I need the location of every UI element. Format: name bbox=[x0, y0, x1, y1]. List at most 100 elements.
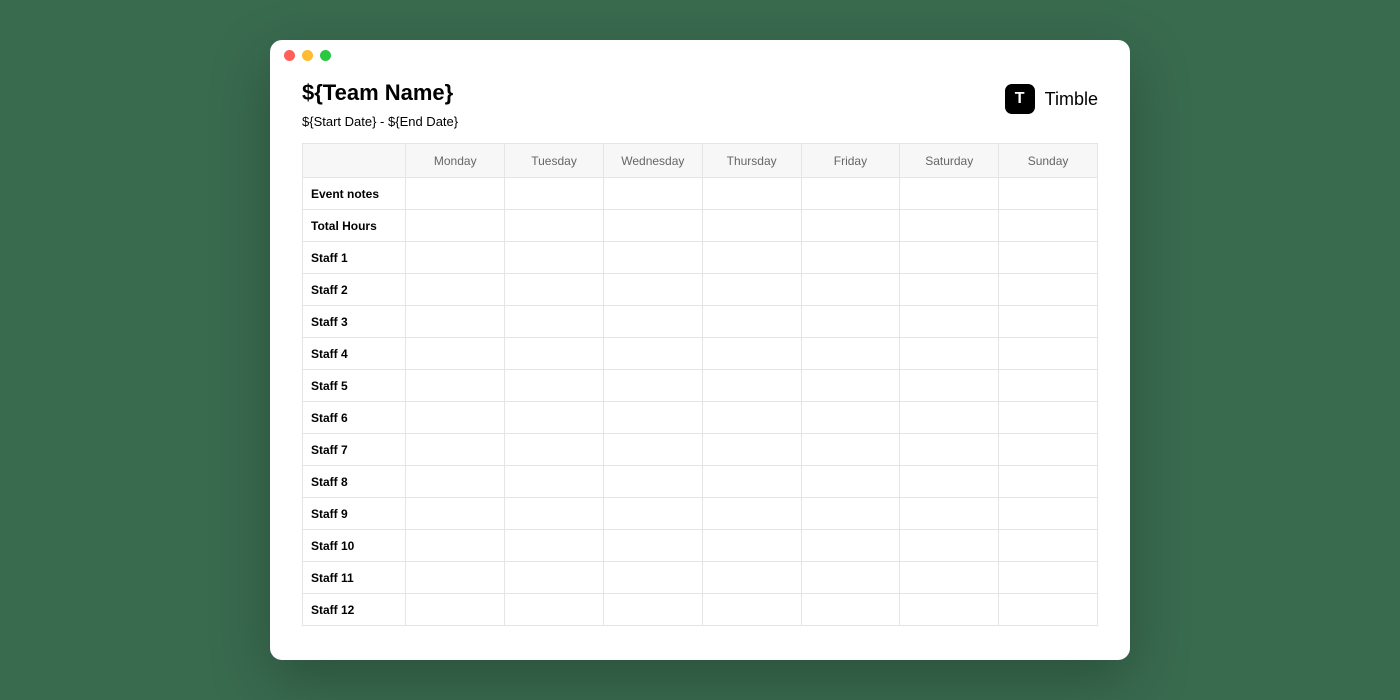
table-cell bbox=[406, 562, 505, 594]
table-row: Staff 2 bbox=[303, 274, 1098, 306]
table-cell bbox=[999, 594, 1098, 626]
table-row: Total Hours bbox=[303, 210, 1098, 242]
table-cell bbox=[702, 594, 801, 626]
table-cell bbox=[603, 274, 702, 306]
table-cell bbox=[406, 210, 505, 242]
table-cell bbox=[603, 178, 702, 210]
table-cell bbox=[801, 178, 900, 210]
table-cell bbox=[406, 338, 505, 370]
table-cell bbox=[702, 466, 801, 498]
table-cell bbox=[702, 530, 801, 562]
table-row: Staff 3 bbox=[303, 306, 1098, 338]
table-cell bbox=[801, 306, 900, 338]
table-cell bbox=[505, 498, 604, 530]
table-cell bbox=[406, 530, 505, 562]
table-cell bbox=[406, 434, 505, 466]
table-cell bbox=[603, 530, 702, 562]
schedule-table: Monday Tuesday Wednesday Thursday Friday… bbox=[302, 143, 1098, 626]
table-cell bbox=[702, 242, 801, 274]
table-row: Staff 5 bbox=[303, 370, 1098, 402]
table-cell bbox=[801, 434, 900, 466]
header-left: ${Team Name} ${Start Date} - ${End Date} bbox=[302, 80, 458, 129]
table-cell bbox=[999, 274, 1098, 306]
table-cell bbox=[603, 370, 702, 402]
table-cell bbox=[505, 370, 604, 402]
table-cell bbox=[702, 562, 801, 594]
table-cell bbox=[603, 402, 702, 434]
table-cell bbox=[702, 402, 801, 434]
table-header-day: Wednesday bbox=[603, 144, 702, 178]
table-cell bbox=[505, 178, 604, 210]
table-cell bbox=[900, 594, 999, 626]
table-row: Staff 7 bbox=[303, 434, 1098, 466]
table-cell bbox=[801, 402, 900, 434]
table-row: Staff 1 bbox=[303, 242, 1098, 274]
brand: T Timble bbox=[1005, 80, 1098, 114]
row-label: Staff 10 bbox=[303, 530, 406, 562]
table-cell bbox=[406, 466, 505, 498]
app-window: ${Team Name} ${Start Date} - ${End Date}… bbox=[270, 40, 1130, 660]
table-row: Staff 4 bbox=[303, 338, 1098, 370]
table-cell bbox=[999, 434, 1098, 466]
brand-logo-icon: T bbox=[1005, 84, 1035, 114]
row-label: Staff 3 bbox=[303, 306, 406, 338]
table-cell bbox=[406, 178, 505, 210]
table-cell bbox=[900, 338, 999, 370]
table-cell bbox=[505, 594, 604, 626]
row-label: Staff 1 bbox=[303, 242, 406, 274]
row-label: Total Hours bbox=[303, 210, 406, 242]
table-row: Staff 8 bbox=[303, 466, 1098, 498]
table-cell bbox=[603, 338, 702, 370]
table-cell bbox=[900, 466, 999, 498]
minimize-icon[interactable] bbox=[302, 50, 313, 61]
table-cell bbox=[406, 498, 505, 530]
table-cell bbox=[603, 434, 702, 466]
table-cell bbox=[801, 594, 900, 626]
table-header-day: Tuesday bbox=[505, 144, 604, 178]
table-cell bbox=[406, 306, 505, 338]
row-label: Staff 9 bbox=[303, 498, 406, 530]
table-cell bbox=[999, 242, 1098, 274]
table-cell bbox=[801, 274, 900, 306]
table-cell bbox=[900, 562, 999, 594]
table-header-blank bbox=[303, 144, 406, 178]
date-range-text: ${Start Date} - ${End Date} bbox=[302, 114, 458, 129]
table-cell bbox=[900, 306, 999, 338]
table-header-day: Saturday bbox=[900, 144, 999, 178]
row-label: Staff 11 bbox=[303, 562, 406, 594]
table-cell bbox=[702, 274, 801, 306]
table-cell bbox=[603, 594, 702, 626]
table-cell bbox=[406, 370, 505, 402]
table-cell bbox=[999, 306, 1098, 338]
table-cell bbox=[505, 434, 604, 466]
table-cell bbox=[801, 338, 900, 370]
table-cell bbox=[505, 210, 604, 242]
table-cell bbox=[603, 306, 702, 338]
table-cell bbox=[900, 274, 999, 306]
table-cell bbox=[603, 498, 702, 530]
table-cell bbox=[603, 242, 702, 274]
table-cell bbox=[505, 274, 604, 306]
row-label: Staff 12 bbox=[303, 594, 406, 626]
table-cell bbox=[702, 434, 801, 466]
maximize-icon[interactable] bbox=[320, 50, 331, 61]
table-cell bbox=[702, 306, 801, 338]
table-cell bbox=[406, 242, 505, 274]
table-header-day: Monday bbox=[406, 144, 505, 178]
table-cell bbox=[801, 530, 900, 562]
row-label: Staff 4 bbox=[303, 338, 406, 370]
row-label: Staff 2 bbox=[303, 274, 406, 306]
table-cell bbox=[702, 498, 801, 530]
table-cell bbox=[999, 178, 1098, 210]
table-row: Staff 11 bbox=[303, 562, 1098, 594]
table-cell bbox=[702, 178, 801, 210]
table-cell bbox=[505, 306, 604, 338]
table-header-day: Thursday bbox=[702, 144, 801, 178]
table-header-row: Monday Tuesday Wednesday Thursday Friday… bbox=[303, 144, 1098, 178]
brand-name: Timble bbox=[1045, 89, 1098, 110]
table-cell bbox=[801, 466, 900, 498]
close-icon[interactable] bbox=[284, 50, 295, 61]
table-cell bbox=[900, 242, 999, 274]
table-row: Staff 10 bbox=[303, 530, 1098, 562]
table-cell bbox=[999, 210, 1098, 242]
